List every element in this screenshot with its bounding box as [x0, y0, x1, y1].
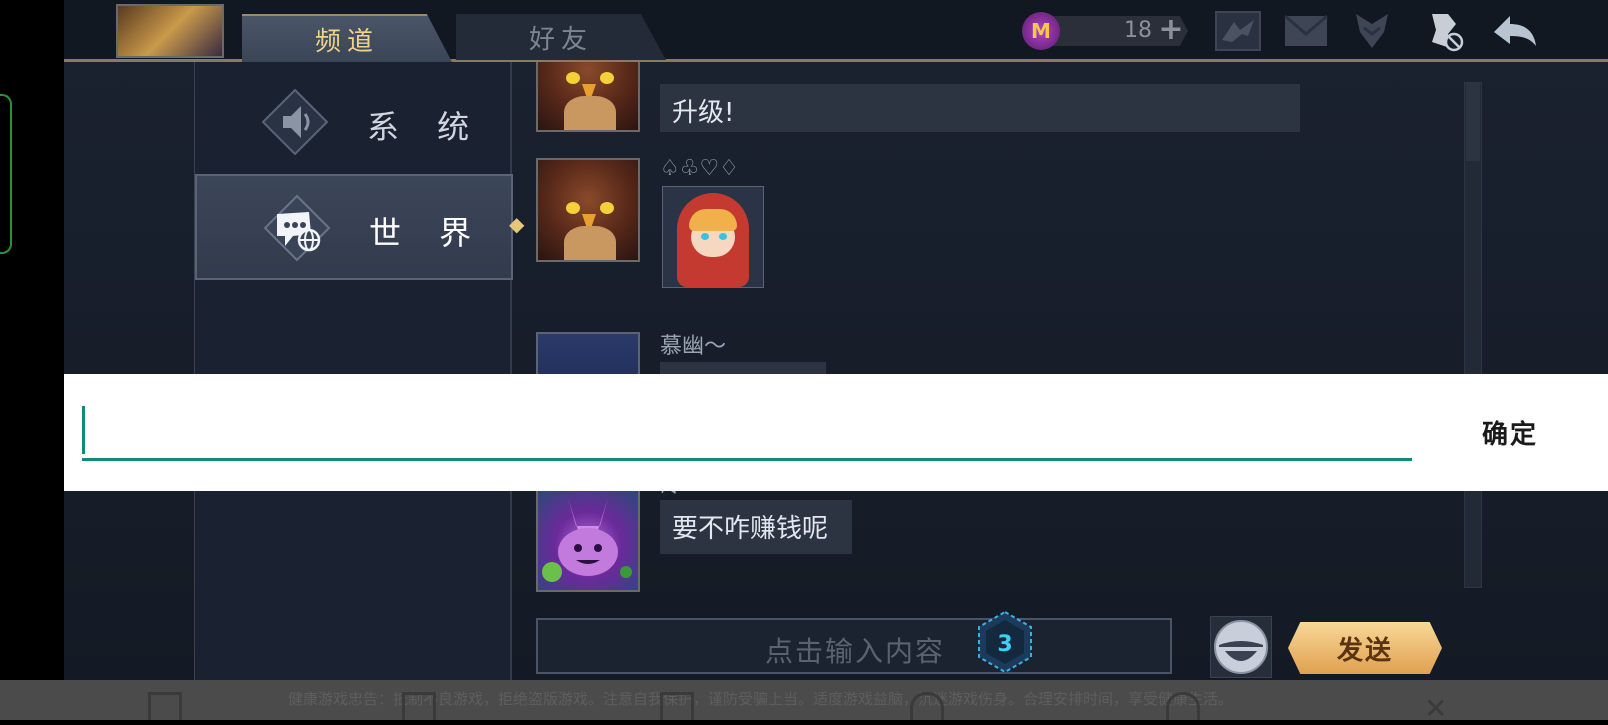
text-cursor [82, 406, 85, 454]
ime-text-field[interactable] [82, 458, 1412, 461]
message-text: 要不咋赚钱呢 [672, 514, 829, 544]
username: 慕幽〜 [660, 334, 727, 359]
red-hood-sticker [662, 186, 764, 288]
sidebar-item-world[interactable]: 世 界 ◆ [195, 174, 524, 280]
hexagon-badge-icon[interactable]: 3 [976, 610, 1034, 674]
sticker-eye [719, 233, 727, 240]
sidebar-item-label: 世 界 [369, 214, 486, 252]
tab-channels[interactable]: 频道 [242, 14, 452, 62]
message-bubble: 升级! [660, 84, 1300, 132]
chat-input-placeholder: 点击输入内容 [764, 635, 945, 668]
sticker-eye [701, 233, 709, 240]
scrollbar-thumb[interactable] [1466, 83, 1480, 161]
speaker-icon [261, 88, 329, 156]
shark-icon[interactable] [1214, 10, 1262, 52]
ime-input-overlay: 确定 [64, 374, 1608, 491]
search-icon [910, 692, 944, 720]
owl-chest [564, 96, 616, 130]
coin-icon: M [1022, 12, 1060, 50]
currency-value: 18 [1124, 18, 1152, 43]
selected-marker-icon: ◆ [509, 212, 525, 236]
currency-display: M 18 + [1022, 10, 1192, 50]
mute-icon[interactable] [1420, 10, 1468, 52]
bag-icon [148, 692, 182, 720]
owl-eye [566, 202, 580, 214]
edge-indicator [0, 94, 12, 254]
message-text: 升级! [672, 98, 735, 128]
tab-friends-label: 好友 [528, 24, 593, 55]
tab-friends[interactable]: 好友 [456, 14, 666, 60]
anti-addiction-bar: 健康游戏忠告：抵制不良游戏，拒绝盗版游戏。注意自我保护，谨防受骗上当。适度游戏益… [0, 680, 1608, 725]
send-button[interactable]: 发送 [1288, 622, 1442, 674]
mail-icon[interactable] [1282, 10, 1330, 52]
owl-eye [600, 72, 614, 84]
owl-eye [600, 202, 614, 214]
sidebar-item-system[interactable]: 系 统 [195, 70, 513, 174]
purple-creature-icon [542, 498, 632, 582]
hero-icon[interactable] [1348, 10, 1396, 52]
owl-eye [566, 72, 580, 84]
avatar[interactable] [536, 488, 640, 592]
tab-channels-label: 频道 [314, 26, 379, 57]
send-button-label: 发送 [1336, 635, 1393, 666]
close-glyph: ✕ [1424, 692, 1448, 725]
emoji-icon [1166, 692, 1200, 720]
badge-number: 3 [997, 632, 1012, 657]
coin-symbol: M [1031, 19, 1051, 43]
sidebar-item-label: 系 统 [367, 108, 484, 146]
sticker-hair [689, 209, 737, 231]
chat-scrollbar[interactable] [1464, 82, 1482, 588]
avatar[interactable] [536, 62, 640, 132]
calendar-icon [402, 692, 436, 720]
confirm-button[interactable]: 确定 [1482, 414, 1538, 451]
add-currency-button[interactable]: + [1158, 15, 1184, 45]
chat-input[interactable]: 点击输入内容 [536, 618, 1172, 674]
game-screen: 频道 好友 M 18 + 系 统 世 界 ◆ 升级! ♤♧♡♢ 慕幽〜 要不咋赚… [64, 0, 1608, 720]
world-chat-icon [263, 194, 331, 262]
player-avatar[interactable] [116, 4, 224, 58]
owl-chest [564, 226, 616, 260]
chat-log[interactable]: 升级! ♤♧♡♢ 慕幽〜 澪 [524, 62, 1534, 602]
message-bubble: 要不咋赚钱呢 [660, 500, 852, 554]
arrows-icon [660, 692, 694, 720]
avatar[interactable] [536, 158, 640, 262]
top-bar: 频道 好友 M 18 + [64, 0, 1608, 62]
smiley-icon [1214, 620, 1268, 674]
device-left-edge [0, 0, 14, 720]
username: ♤♧♡♢ [660, 156, 739, 181]
back-icon[interactable] [1490, 10, 1538, 52]
close-icon: ✕ [1424, 692, 1458, 725]
emoji-button[interactable] [1210, 616, 1272, 678]
